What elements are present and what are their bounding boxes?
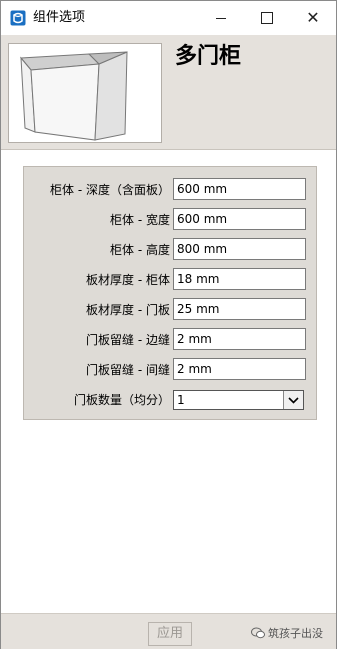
row-middle-gap: 门板留缝 - 间缝	[24, 358, 316, 382]
title-bar[interactable]: 组件选项 ✕	[1, 1, 336, 35]
row-cabinet-depth: 柜体 - 深度（含面板）	[24, 178, 316, 202]
body-thickness-field[interactable]	[173, 268, 306, 290]
row-door-thickness: 板材厚度 - 门板	[24, 298, 316, 322]
footer-bar: 应用 筑孩子出没	[1, 613, 336, 649]
cabinet-depth-field[interactable]	[173, 178, 306, 200]
close-icon: ✕	[306, 8, 320, 27]
row-body-thickness: 板材厚度 - 柜体	[24, 268, 316, 292]
edge-gap-field[interactable]	[173, 328, 306, 350]
minimize-icon	[216, 17, 226, 19]
middle-gap-field[interactable]	[173, 358, 306, 380]
maximize-icon	[261, 12, 273, 24]
chevron-down-icon[interactable]	[283, 391, 303, 409]
component-options-window: 组件选项 ✕ 多门柜 柜体 - 深度（含面板） 柜体 - 宽度 柜体 - 高度	[0, 0, 337, 649]
maximize-button[interactable]	[244, 1, 290, 35]
field-label: 门板留缝 - 边缝	[86, 333, 170, 347]
minimize-button[interactable]	[198, 1, 244, 35]
field-label: 门板数量（均分）	[73, 393, 170, 407]
component-thumbnail	[8, 43, 162, 143]
field-label: 板材厚度 - 柜体	[86, 273, 170, 287]
cabinet-height-field[interactable]	[173, 238, 306, 260]
field-label: 门板留缝 - 间缝	[86, 363, 170, 377]
row-cabinet-width: 柜体 - 宽度	[24, 208, 316, 232]
component-title: 多门柜	[175, 44, 242, 69]
component-header: 多门柜	[1, 35, 336, 150]
field-label: 柜体 - 宽度	[110, 213, 170, 227]
attributes-panel: 柜体 - 深度（含面板） 柜体 - 宽度 柜体 - 高度 板材厚度 - 柜体 板…	[23, 166, 317, 420]
door-thickness-field[interactable]	[173, 298, 306, 320]
wechat-icon	[251, 627, 265, 639]
field-label: 柜体 - 高度	[110, 243, 170, 257]
door-count-select[interactable]: 1	[173, 390, 304, 410]
row-door-count: 门板数量（均分） 1	[24, 388, 316, 412]
sketchup-logo-icon	[10, 10, 26, 26]
watermark: 筑孩子出没	[251, 625, 323, 641]
field-label: 柜体 - 深度（含面板）	[50, 183, 170, 197]
window-title: 组件选项	[33, 10, 86, 25]
field-label: 板材厚度 - 门板	[86, 303, 170, 317]
apply-button[interactable]: 应用	[148, 622, 192, 646]
watermark-text: 筑孩子出没	[268, 627, 323, 640]
row-edge-gap: 门板留缝 - 边缝	[24, 328, 316, 352]
cabinet-width-field[interactable]	[173, 208, 306, 230]
close-button[interactable]: ✕	[290, 1, 336, 35]
row-cabinet-height: 柜体 - 高度	[24, 238, 316, 262]
door-count-value: 1	[177, 393, 185, 407]
